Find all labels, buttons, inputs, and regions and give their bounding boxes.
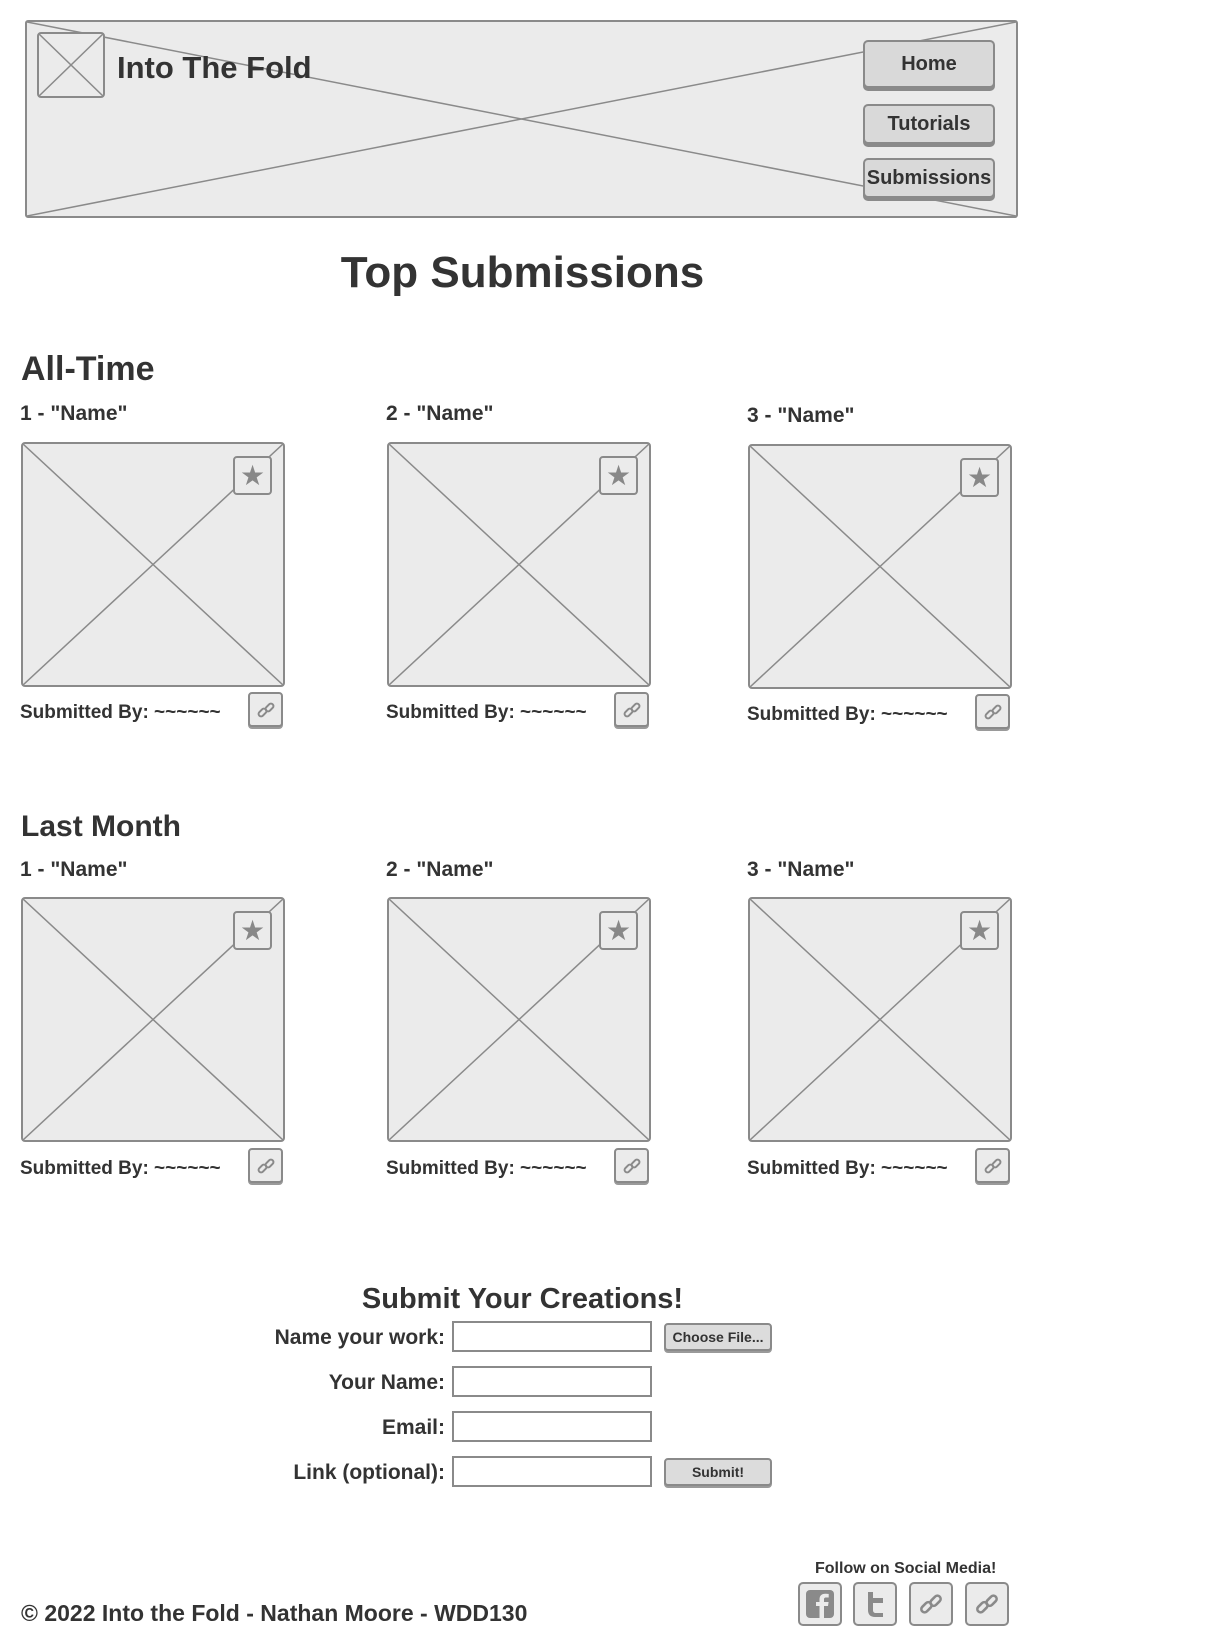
nav-home-button[interactable]: Home [863,40,995,88]
nav-tutorials-button[interactable]: Tutorials [863,104,995,144]
work-name-input[interactable] [452,1321,652,1352]
rank-label: 2 - "Name" [386,402,494,425]
star-icon[interactable]: ★ [960,458,999,497]
rank-label: 2 - "Name" [386,858,494,881]
your-name-label: Your Name: [328,1371,445,1394]
link-input[interactable] [452,1456,652,1487]
submitted-by-label: Submitted By: ~~~~~~ [20,1158,221,1179]
submit-button[interactable]: Submit! [664,1458,772,1486]
link-icon[interactable] [975,1148,1010,1183]
rank-label: 3 - "Name" [747,404,855,427]
choose-file-button[interactable]: Choose File... [664,1323,772,1351]
facebook-icon[interactable] [798,1582,842,1626]
star-icon[interactable]: ★ [233,911,272,950]
link-icon[interactable] [909,1582,953,1626]
logo-placeholder-icon [39,34,103,96]
link-icon[interactable] [614,692,649,727]
submission-image[interactable]: ★ [21,442,285,687]
site-title: Into The Fold [117,50,312,85]
link-optional-label: Link (optional): [293,1461,445,1484]
email-field[interactable] [452,1411,652,1442]
section-title-last-month: Last Month [21,810,181,843]
your-name-input[interactable] [452,1366,652,1397]
social-media-label: Follow on Social Media! [815,1560,997,1577]
link-icon[interactable] [965,1582,1009,1626]
link-icon[interactable] [248,1148,283,1183]
star-icon[interactable]: ★ [599,911,638,950]
email-label: Email: [381,1416,445,1439]
form-title: Submit Your Creations! [361,1283,684,1315]
section-title-all-time: All-Time [21,350,155,388]
rank-label: 3 - "Name" [747,858,855,881]
page-title: Top Submissions [340,248,705,297]
submitted-by-label: Submitted By: ~~~~~~ [747,704,948,725]
nav-submissions-button[interactable]: Submissions [863,158,995,198]
link-icon[interactable] [975,694,1010,729]
submission-image[interactable]: ★ [748,897,1012,1142]
submitted-by-label: Submitted By: ~~~~~~ [747,1158,948,1179]
submission-image[interactable]: ★ [748,444,1012,689]
rank-label: 1 - "Name" [20,858,128,881]
rank-label: 1 - "Name" [20,402,128,425]
copyright-text: © 2022 Into the Fold - Nathan Moore - WD… [21,1600,528,1626]
twitter-icon[interactable] [853,1582,897,1626]
submitted-by-label: Submitted By: ~~~~~~ [386,702,587,723]
star-icon[interactable]: ★ [960,911,999,950]
submission-image[interactable]: ★ [387,442,651,687]
link-icon[interactable] [248,692,283,727]
site-logo[interactable] [37,32,105,98]
name-your-work-label: Name your work: [274,1326,445,1349]
submission-image[interactable]: ★ [387,897,651,1142]
star-icon[interactable]: ★ [233,456,272,495]
submitted-by-label: Submitted By: ~~~~~~ [20,702,221,723]
star-icon[interactable]: ★ [599,456,638,495]
submission-image[interactable]: ★ [21,897,285,1142]
submitted-by-label: Submitted By: ~~~~~~ [386,1158,587,1179]
link-icon[interactable] [614,1148,649,1183]
